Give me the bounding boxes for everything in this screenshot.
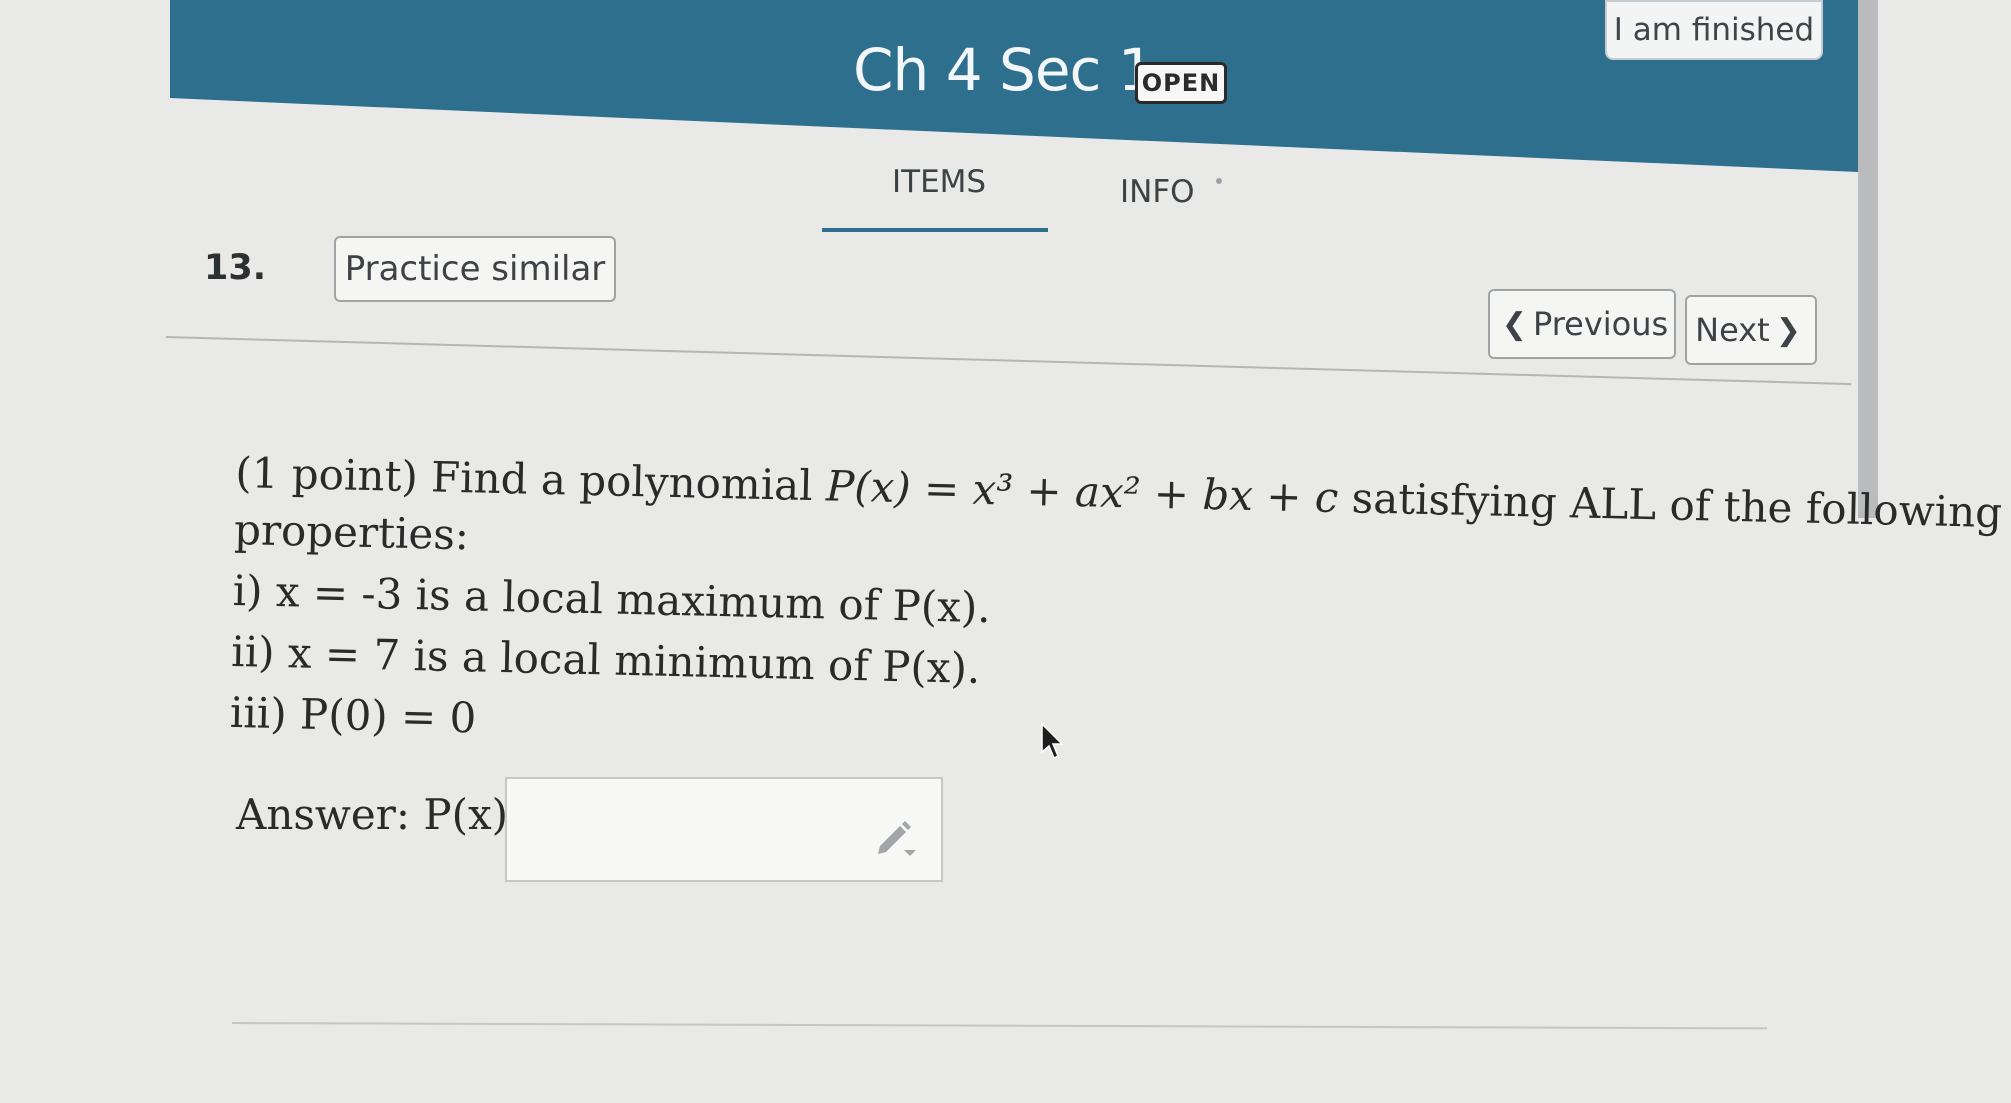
chevron-left-icon: ❮ (1501, 306, 1527, 342)
tab-items[interactable]: ITEMS (892, 164, 986, 200)
previous-label: Previous (1532, 305, 1669, 343)
problem-statement: (1 point) Find a polynomial P(x) = x³ + … (229, 448, 2002, 772)
scrollbar[interactable] (1858, 0, 1878, 518)
next-button[interactable]: Next ❯ (1685, 295, 1817, 365)
tab-info[interactable]: INFO (1120, 174, 1195, 210)
previous-button[interactable]: ❮ Previous (1488, 289, 1676, 359)
mouse-cursor-icon (1041, 722, 1064, 760)
problem-intro: (1 point) Find a polynomial (234, 448, 827, 511)
answer-label: Answer: P(x)= (236, 790, 544, 839)
page-title: Ch 4 Sec 1 (853, 36, 1155, 104)
problem-outro: satisfying ALL of the following (1337, 473, 2003, 538)
active-tab-indicator (822, 228, 1048, 232)
page: Ch 4 Sec 1 OPEN I am finished ITEMS INFO… (0, 0, 2011, 1103)
info-dot (1216, 178, 1222, 184)
question-number: 13. (204, 248, 267, 288)
status-badge: OPEN (1135, 62, 1227, 104)
footer-divider (231, 1022, 1767, 1030)
practice-similar-button[interactable]: Practice similar (334, 236, 616, 302)
next-label: Next (1695, 311, 1770, 349)
pencil-icon[interactable] (874, 816, 918, 860)
chevron-right-icon: ❯ (1775, 312, 1801, 348)
polynomial-formula: P(x) = x³ + ax² + bx + c (825, 461, 1339, 523)
finish-button[interactable]: I am finished (1605, 0, 1823, 60)
